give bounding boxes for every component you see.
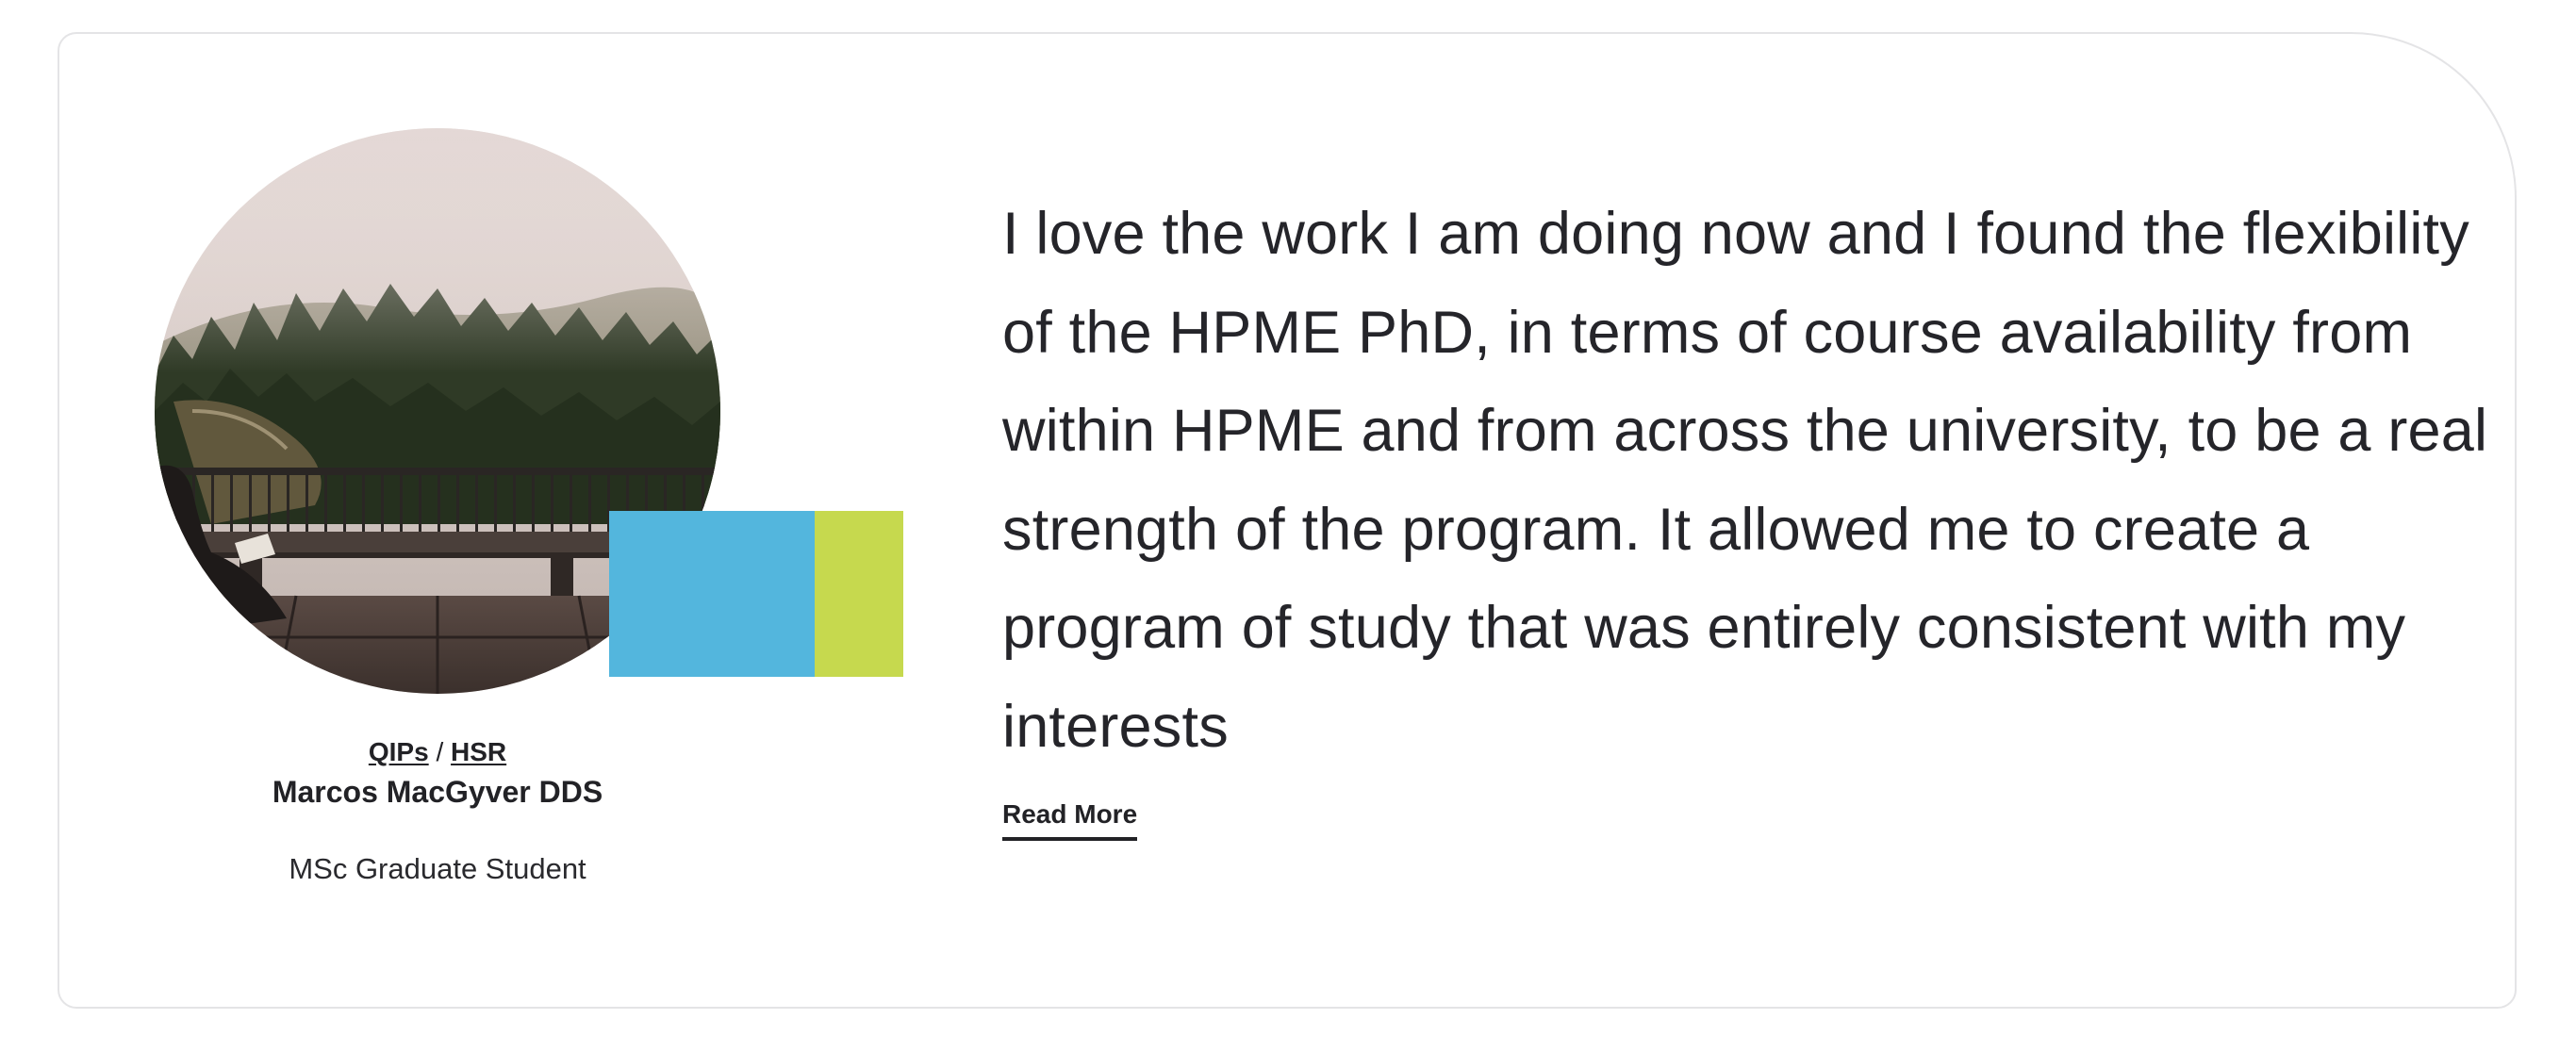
person-meta: QIPs / HSR Marcos MacGyver DDS MSc Gradu… [155,735,720,888]
accent-block-blue [609,511,815,677]
testimonial-card: QIPs / HSR Marcos MacGyver DDS MSc Gradu… [58,32,2517,1009]
program-tags: QIPs / HSR [155,735,720,769]
person-name: Marcos MacGyver DDS [272,775,603,809]
person-role: MSc Graduate Student [289,852,586,885]
tag-separator: / [436,737,444,766]
accent-block-green [815,511,903,677]
tag-link-hsr[interactable]: HSR [451,737,506,766]
tag-link-qips[interactable]: QIPs [369,737,429,766]
testimonial-quote: I love the work I am doing now and I fou… [1002,201,2488,760]
read-more-link[interactable]: Read More [1002,797,1138,841]
